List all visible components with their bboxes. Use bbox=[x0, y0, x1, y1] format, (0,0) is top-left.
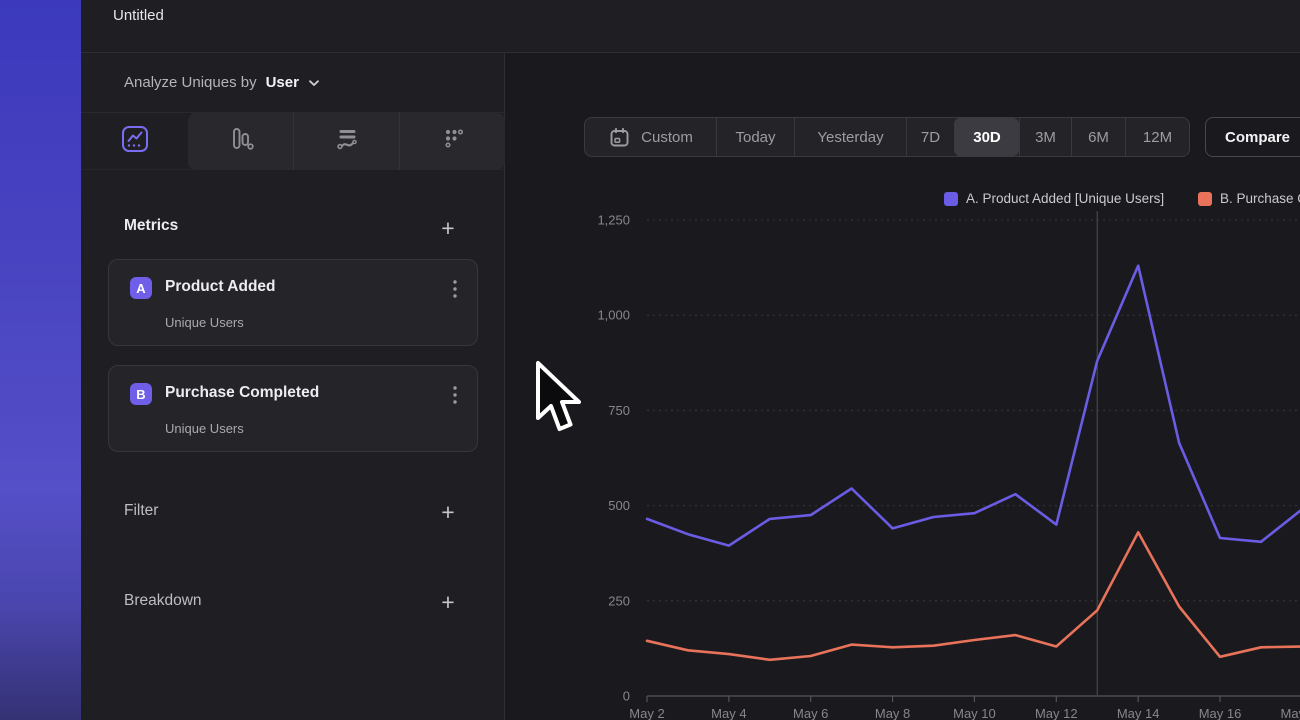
svg-text:May 4: May 4 bbox=[711, 706, 746, 720]
tab-retention[interactable] bbox=[399, 113, 505, 170]
svg-text:May 18: May 18 bbox=[1281, 706, 1300, 720]
add-filter-button[interactable]: + bbox=[435, 499, 461, 525]
line-chart-icon bbox=[120, 124, 150, 159]
kebab-menu-icon[interactable] bbox=[445, 384, 465, 406]
retention-grid-icon bbox=[438, 124, 468, 159]
add-breakdown-button[interactable]: + bbox=[435, 589, 461, 615]
svg-text:1,000: 1,000 bbox=[597, 308, 630, 323]
tab-insights-line[interactable] bbox=[81, 113, 188, 170]
svg-text:May 12: May 12 bbox=[1035, 706, 1078, 720]
svg-text:May 6: May 6 bbox=[793, 706, 828, 720]
chart-panel: CustomTodayYesterday7D30D3M6M12M Compare… bbox=[505, 53, 1300, 720]
bar-chart-icon bbox=[226, 124, 256, 159]
tab-flows[interactable] bbox=[293, 113, 399, 170]
metric-measure[interactable]: Unique Users bbox=[165, 315, 244, 330]
chart-type-tabs bbox=[81, 113, 504, 170]
tab-bar-chart[interactable] bbox=[188, 113, 293, 170]
filter-section: Filter + bbox=[81, 497, 504, 527]
metrics-title: Metrics bbox=[124, 217, 178, 235]
metrics-section-header: Metrics + bbox=[81, 213, 504, 243]
tab-group bbox=[188, 113, 505, 170]
analyze-by-value[interactable]: User bbox=[266, 74, 299, 91]
svg-text:May 10: May 10 bbox=[953, 706, 996, 720]
breakdown-title: Breakdown bbox=[124, 592, 202, 610]
flows-icon bbox=[332, 124, 362, 159]
svg-text:1,250: 1,250 bbox=[597, 213, 630, 228]
svg-text:500: 500 bbox=[608, 498, 630, 513]
left-accent-strip bbox=[0, 0, 81, 720]
query-sidebar: Analyze Uniques by User bbox=[81, 53, 505, 720]
svg-text:May 2: May 2 bbox=[629, 706, 664, 720]
svg-text:May 16: May 16 bbox=[1199, 706, 1242, 720]
svg-text:0: 0 bbox=[623, 689, 630, 704]
svg-text:750: 750 bbox=[608, 403, 630, 418]
app-window: Untitled Analyze Uniques by User bbox=[0, 0, 1300, 720]
analyze-by-label: Analyze Uniques by bbox=[124, 74, 257, 91]
breakdown-section: Breakdown + bbox=[81, 587, 504, 617]
metric-card-a[interactable]: A Product Added Unique Users bbox=[108, 259, 478, 346]
metric-name: Product Added bbox=[165, 278, 276, 296]
kebab-menu-icon[interactable] bbox=[445, 278, 465, 300]
chevron-down-icon[interactable] bbox=[308, 74, 320, 92]
add-metric-button[interactable]: + bbox=[435, 215, 461, 241]
metric-badge-a: A bbox=[130, 277, 152, 299]
svg-text:250: 250 bbox=[608, 593, 630, 608]
metric-card-b[interactable]: B Purchase Completed Unique Users bbox=[108, 365, 478, 452]
analyze-by-row: Analyze Uniques by User bbox=[81, 53, 504, 113]
line-chart[interactable]: 0 250 500 750 1,000 1,250 May 2 May 4 May 6 May 8… bbox=[505, 53, 1300, 720]
svg-text:May 14: May 14 bbox=[1117, 706, 1160, 720]
metric-measure[interactable]: Unique Users bbox=[165, 421, 244, 436]
top-bar: Untitled bbox=[81, 0, 1300, 53]
filter-title: Filter bbox=[124, 502, 158, 520]
report-title[interactable]: Untitled bbox=[113, 7, 164, 24]
metric-badge-b: B bbox=[130, 383, 152, 405]
metric-name: Purchase Completed bbox=[165, 384, 319, 402]
svg-text:May 8: May 8 bbox=[875, 706, 910, 720]
